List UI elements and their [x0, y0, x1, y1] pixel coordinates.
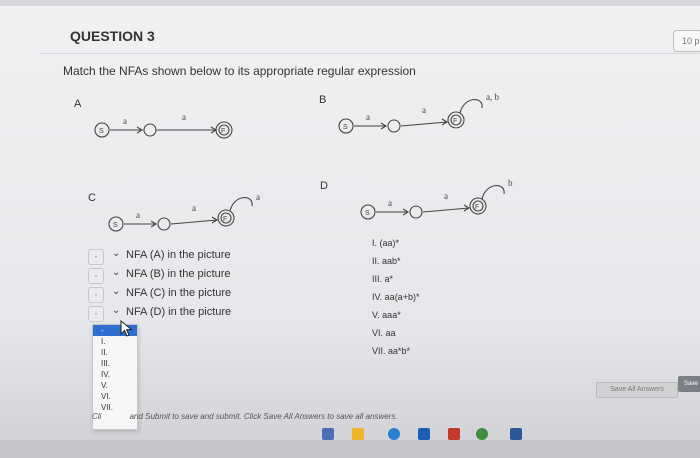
svg-text:a: a [444, 191, 448, 201]
nfa-diagram-b: S F a a a, b [338, 92, 499, 134]
match-select-c[interactable]: - [88, 287, 104, 303]
svg-text:S: S [365, 210, 370, 217]
app-icon[interactable] [322, 428, 334, 440]
svg-text:a: a [182, 112, 186, 122]
svg-text:F: F [223, 216, 227, 223]
svg-text:a, b: a, b [486, 92, 499, 102]
chevron-down-icon[interactable]: ⌄ [112, 267, 120, 278]
app-icon[interactable] [510, 428, 522, 440]
svg-text:b: b [508, 178, 513, 188]
match-select-a[interactable]: - [88, 249, 104, 265]
svg-text:a: a [192, 203, 196, 213]
svg-text:F: F [221, 128, 225, 135]
diagram-label-b: B [319, 94, 327, 106]
svg-text:a: a [136, 210, 140, 220]
svg-text:S: S [343, 124, 348, 131]
dropdown-option[interactable]: V. [93, 380, 137, 391]
svg-text:F: F [475, 204, 479, 211]
answer-item: V. aaa* [372, 310, 401, 320]
nfa-diagram-c: S F a a a [108, 192, 260, 232]
chevron-down-icon[interactable]: ⌄ [112, 286, 120, 297]
top-border [0, 0, 700, 6]
question-title: QUESTION 3 [70, 28, 155, 44]
svg-text:a: a [366, 112, 370, 122]
svg-text:a: a [123, 116, 127, 126]
app-icon[interactable] [448, 428, 460, 440]
answer-item: VII. aa*b* [372, 346, 411, 356]
match-label-c: NFA (C) in the picture [126, 287, 232, 299]
points-badge: 10 p [673, 30, 700, 52]
answer-item: I. (aa)* [372, 238, 400, 248]
svg-text:S: S [113, 222, 118, 229]
app-icon[interactable] [352, 428, 364, 440]
dropdown-option[interactable]: VI. [93, 391, 137, 402]
save-button[interactable]: Save [678, 376, 700, 392]
answer-item: III. a* [372, 274, 394, 284]
dropdown-option[interactable]: IV. [93, 369, 137, 380]
nfa-diagram-a: S F a a [94, 112, 233, 139]
divider [40, 53, 700, 54]
svg-text:a: a [388, 198, 392, 208]
match-select-d[interactable]: - [88, 306, 104, 322]
dropdown-option[interactable]: II. [93, 347, 137, 358]
answer-item: IV. aa(a+b)* [372, 292, 420, 302]
answer-list: I. (aa)* II. aab* III. a* IV. aa(a+b)* V… [372, 238, 419, 364]
chrome-icon[interactable] [476, 428, 488, 440]
svg-text:a: a [422, 105, 426, 115]
taskbar [0, 440, 700, 458]
app-icon[interactable] [418, 428, 430, 440]
diagram-label-d: D [320, 180, 328, 192]
dropdown-option[interactable]: III. [93, 358, 137, 369]
chevron-down-icon[interactable]: ⌄ [112, 305, 120, 316]
question-instruction: Match the NFAs shown below to its approp… [63, 64, 416, 78]
diagram-label-c: C [88, 192, 96, 204]
chevron-down-icon[interactable]: ⌄ [112, 248, 120, 259]
match-label-a: NFA (A) in the picture [126, 249, 231, 261]
save-all-answers-button[interactable]: Save All Answers [596, 382, 678, 398]
match-label-b: NFA (B) in the picture [126, 268, 231, 280]
footer-instruction: Cli and Submit to save and submit. Click… [92, 412, 398, 421]
answer-item: VI. aa [372, 328, 396, 338]
svg-text:F: F [453, 118, 457, 125]
footer-text: and Submit to save and submit. Click Sav… [129, 412, 398, 421]
svg-text:S: S [99, 128, 104, 135]
answer-item: II. aab* [372, 256, 401, 266]
browser-icon[interactable] [388, 428, 400, 440]
footer-left-text: Cli [92, 412, 102, 421]
match-label-d: NFA (D) in the picture [126, 306, 232, 318]
page: QUESTION 3 10 p Match the NFAs shown bel… [0, 0, 700, 458]
mouse-pointer-icon [120, 320, 133, 337]
diagram-label-a: A [74, 98, 82, 110]
nfa-diagram-d: S F a a b [360, 178, 513, 220]
match-select-b[interactable]: - [88, 268, 104, 284]
svg-text:a: a [256, 192, 260, 202]
